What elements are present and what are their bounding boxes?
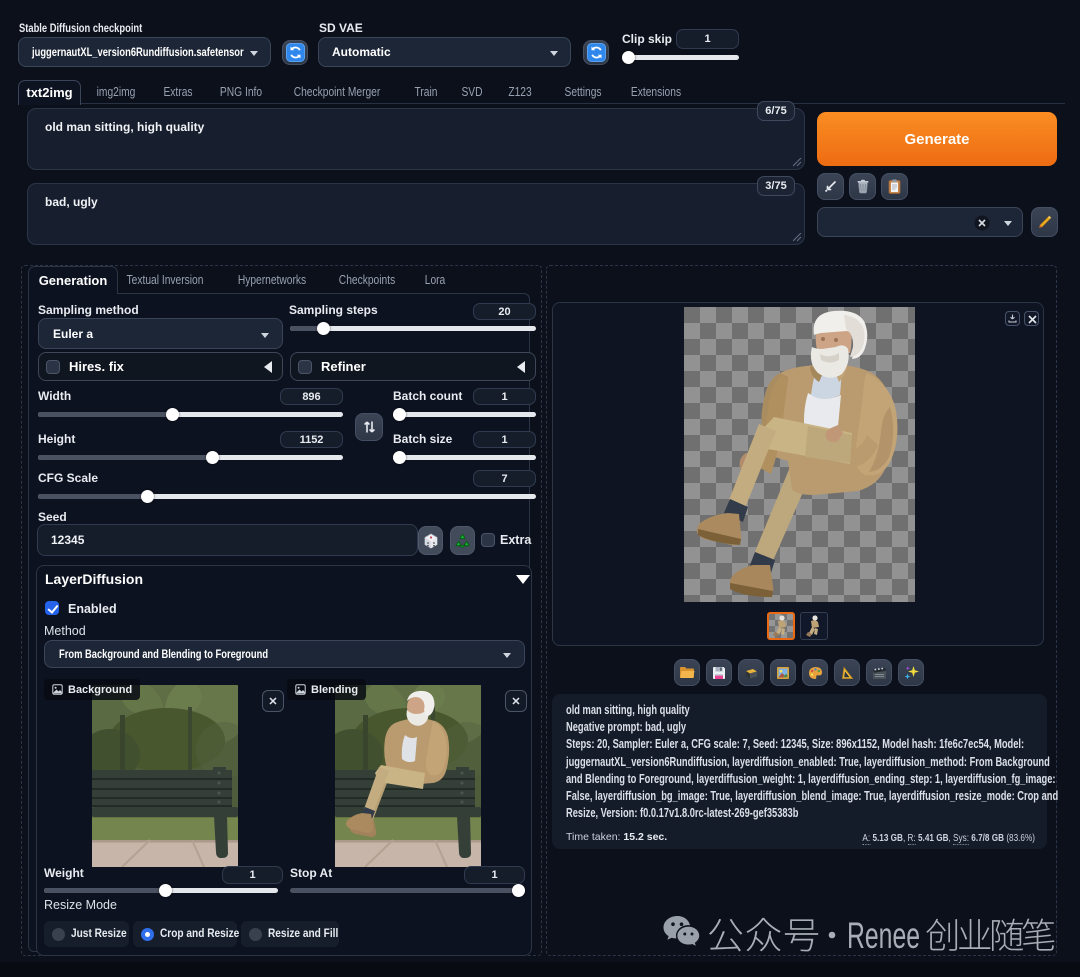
svg-text:Renee: Renee — [847, 914, 920, 956]
